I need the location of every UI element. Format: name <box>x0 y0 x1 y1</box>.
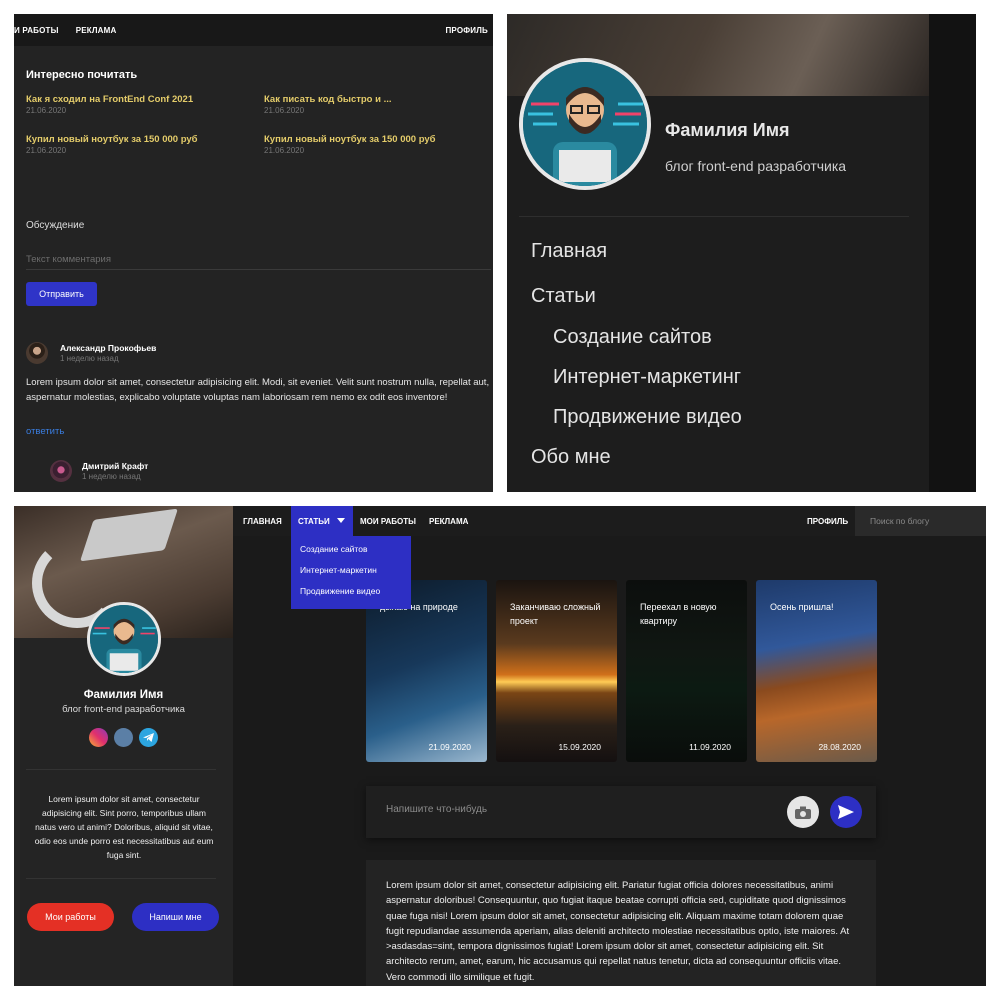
nav-my-works[interactable]: И РАБОТЫ <box>14 26 59 35</box>
story-date: 11.09.2020 <box>689 742 731 752</box>
avatar <box>50 460 72 482</box>
comments-panel: И РАБОТЫ РЕКЛАМА ПРОФИЛЬ Интересно почит… <box>14 14 493 492</box>
avatar <box>26 342 48 364</box>
profile-name: Фамилия Имя <box>83 689 164 701</box>
new-post-box <box>366 786 876 838</box>
story-date: 21.09.2020 <box>428 742 471 752</box>
vk-icon[interactable] <box>114 728 133 747</box>
story-title: Переехал в новую квартиру <box>640 602 717 626</box>
article-title[interactable]: Как писать код быстро и ... <box>264 94 392 105</box>
comment-author: Александр Прокофьев <box>60 343 157 353</box>
profile-description: блог front-end разработчика <box>62 704 185 715</box>
dropdown-item-websites[interactable]: Создание сайтов <box>300 544 367 554</box>
blog-home-panel: Фамилия Имя блог front-end разработчика … <box>14 506 986 986</box>
telegram-icon[interactable] <box>139 728 158 747</box>
top-nav: И РАБОТЫ РЕКЛАМА ПРОФИЛЬ <box>14 14 493 46</box>
menu-item-video[interactable]: Продвижение видео <box>553 406 742 429</box>
camera-button[interactable] <box>787 796 819 828</box>
section-title: Интересно почитать <box>26 69 138 81</box>
divider <box>519 216 909 217</box>
article-link[interactable]: Как писать код быстро и ... 21.06.2020 <box>264 94 392 115</box>
menu-item-home[interactable]: Главная <box>531 240 607 263</box>
story-card[interactable]: Переехал в новую квартиру 11.09.2020 <box>626 580 747 762</box>
post-text: Lorem ipsum dolor sit amet, consectetur … <box>366 860 876 986</box>
nav-home[interactable]: ГЛАВНАЯ <box>243 517 282 526</box>
reply-link[interactable]: ответить <box>26 426 64 437</box>
nav-profile[interactable]: ПРОФИЛЬ <box>807 517 848 526</box>
menu-item-articles[interactable]: Статьи <box>531 285 596 308</box>
articles-dropdown: Создание сайтов Интернет-маркетин Продви… <box>291 536 411 609</box>
developer-avatar-icon <box>90 605 158 673</box>
article-link[interactable]: Как я сходил на FrontEnd Conf 2021 21.06… <box>26 94 193 115</box>
instagram-icon[interactable] <box>89 728 108 747</box>
dropdown-item-marketing[interactable]: Интернет-маркетин <box>300 565 377 575</box>
nav-my-works[interactable]: МОИ РАБОТЫ <box>360 517 416 526</box>
article-date: 21.06.2020 <box>264 106 305 115</box>
story-card[interactable]: Заканчиваю сложный проект 15.09.2020 <box>496 580 617 762</box>
story-date: 28.08.2020 <box>818 742 861 752</box>
nav-articles[interactable]: СТАТЬИ <box>298 517 330 526</box>
dropdown-item-video[interactable]: Продвижение видео <box>300 586 380 596</box>
page-edge <box>929 14 976 492</box>
nav-ads[interactable]: РЕКЛАМА <box>76 26 117 35</box>
story-title: Осень пришла! <box>770 602 834 612</box>
nav-profile[interactable]: ПРОФИЛЬ <box>445 26 488 35</box>
story-date: 15.09.2020 <box>558 742 601 752</box>
divider <box>26 769 216 770</box>
write-me-button[interactable]: Напиши мне <box>132 903 219 931</box>
profile-description: блог front-end разработчика <box>665 158 847 174</box>
comment-text: Lorem ipsum dolor sit amet, consectetur … <box>26 377 490 403</box>
comment-time: 1 неделю назад <box>82 472 141 481</box>
sidebar: Фамилия Имя блог front-end разработчика … <box>14 506 233 986</box>
article-date: 21.06.2020 <box>264 146 305 155</box>
nav-ads[interactable]: РЕКЛАМА <box>429 517 468 526</box>
menu-item-about[interactable]: Обо мне <box>531 446 611 469</box>
post-input[interactable] <box>386 804 746 815</box>
article-date: 21.06.2020 <box>26 106 67 115</box>
about-text: Lorem ipsum dolor sit amet, consectetur … <box>34 794 214 860</box>
article-date: 21.06.2020 <box>26 146 67 155</box>
avatar <box>519 58 651 190</box>
send-post-button[interactable] <box>830 796 862 828</box>
story-card[interactable]: Осень пришла! 28.08.2020 <box>756 580 877 762</box>
developer-avatar-icon <box>523 62 647 186</box>
comment-time: 1 неделю назад <box>60 354 119 363</box>
top-nav: ГЛАВНАЯ СТАТЬИ МОИ РАБОТЫ РЕКЛАМА ПРОФИЛ… <box>233 506 986 536</box>
menu-item-marketing[interactable]: Интернет-маркетинг <box>553 366 741 389</box>
camera-icon <box>795 806 811 819</box>
discussion-label: Обсуждение <box>26 220 85 231</box>
article-title[interactable]: Как я сходил на FrontEnd Conf 2021 <box>26 94 193 105</box>
comment-author: Дмитрий Крафт <box>82 461 149 471</box>
article-title[interactable]: Купил новый ноутбук за 150 000 руб <box>264 134 436 145</box>
comment-input[interactable] <box>26 250 491 270</box>
profile-name: Фамилия Имя <box>665 120 790 140</box>
send-icon <box>838 805 854 819</box>
avatar <box>87 602 161 676</box>
search-input[interactable] <box>855 506 986 536</box>
menu-item-websites[interactable]: Создание сайтов <box>553 326 712 349</box>
divider <box>26 878 216 879</box>
profile-menu-panel: Фамилия Имя блог front-end разработчика … <box>507 14 976 492</box>
story-title: Заканчиваю сложный проект <box>510 602 601 626</box>
article-link[interactable]: Купил новый ноутбук за 150 000 руб 21.06… <box>26 134 198 155</box>
my-works-button[interactable]: Мои работы <box>27 903 114 931</box>
article-link[interactable]: Купил новый ноутбук за 150 000 руб 21.06… <box>264 134 436 155</box>
send-button[interactable]: Отправить <box>26 282 97 306</box>
article-title[interactable]: Купил новый ноутбук за 150 000 руб <box>26 134 198 145</box>
chevron-down-icon[interactable] <box>337 518 345 524</box>
